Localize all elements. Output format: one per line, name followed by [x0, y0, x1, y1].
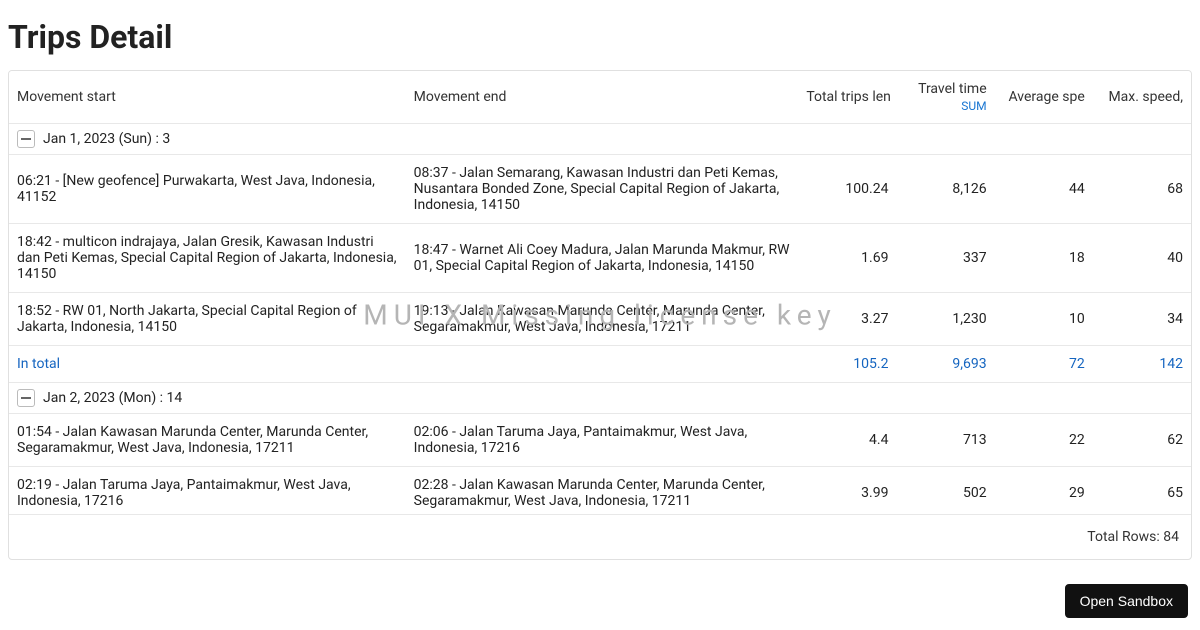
total-rows-label: Total Rows:: [1087, 529, 1159, 545]
table-row[interactable]: 02:19 - Jalan Taruma Jaya, Pantaimakmur,…: [9, 467, 1191, 515]
cell-start: 06:21 - [New geofence] Purwakarta, West …: [9, 155, 406, 224]
cell-end: 08:37 - Jalan Semarang, Kawasan Industri…: [406, 155, 799, 224]
cell-avg: 22: [995, 414, 1093, 467]
cell-len: 4.4: [798, 414, 896, 467]
grid-scroll-area[interactable]: Movement start Movement end Total trips …: [9, 71, 1191, 514]
cell-time: 713: [896, 414, 994, 467]
cell-end: 02:28 - Jalan Kawasan Marunda Center, Ma…: [406, 467, 799, 515]
open-sandbox-button[interactable]: Open Sandbox: [1065, 584, 1188, 618]
total-len: 105.2: [798, 346, 896, 383]
grid-footer: Total Rows: 84: [9, 514, 1191, 559]
cell-max: 34: [1093, 293, 1191, 346]
cell-end: 02:06 - Jalan Taruma Jaya, Pantaimakmur,…: [406, 414, 799, 467]
cell-avg: 29: [995, 467, 1093, 515]
cell-avg: 10: [995, 293, 1093, 346]
table-header-row: Movement start Movement end Total trips …: [9, 71, 1191, 124]
col-max-speed[interactable]: Max. speed,: [1093, 71, 1191, 124]
trips-datagrid: Movement start Movement end Total trips …: [8, 70, 1192, 560]
total-max: 142: [1093, 346, 1191, 383]
group-header-row[interactable]: Jan 2, 2023 (Mon) : 14: [9, 383, 1191, 414]
table-row[interactable]: 18:42 - multicon indrajaya, Jalan Gresik…: [9, 224, 1191, 293]
cell-end: 18:47 - Warnet Ali Coey Madura, Jalan Ma…: [406, 224, 799, 293]
cell-len: 100.24: [798, 155, 896, 224]
cell-avg: 18: [995, 224, 1093, 293]
group-total-row: In total 105.29,69372142: [9, 346, 1191, 383]
group-label: Jan 2, 2023 (Mon) : 14: [43, 390, 182, 406]
cell-max: 68: [1093, 155, 1191, 224]
cell-max: 40: [1093, 224, 1191, 293]
table-row[interactable]: 18:52 - RW 01, North Jakarta, Special Ca…: [9, 293, 1191, 346]
col-total-trips-length[interactable]: Total trips len: [798, 71, 896, 124]
cell-len: 3.27: [798, 293, 896, 346]
col-movement-end[interactable]: Movement end: [406, 71, 799, 124]
cell-len: 1.69: [798, 224, 896, 293]
group-header-row[interactable]: Jan 1, 2023 (Sun) : 3: [9, 124, 1191, 155]
cell-time: 1,230: [896, 293, 994, 346]
table-row[interactable]: 01:54 - Jalan Kawasan Marunda Center, Ma…: [9, 414, 1191, 467]
cell-start: 02:19 - Jalan Taruma Jaya, Pantaimakmur,…: [9, 467, 406, 515]
cell-time: 337: [896, 224, 994, 293]
group-label: Jan 1, 2023 (Sun) : 3: [43, 131, 170, 147]
total-time: 9,693: [896, 346, 994, 383]
cell-max: 62: [1093, 414, 1191, 467]
col-movement-start[interactable]: Movement start: [9, 71, 406, 124]
collapse-icon[interactable]: [17, 130, 35, 148]
cell-start: 01:54 - Jalan Kawasan Marunda Center, Ma…: [9, 414, 406, 467]
cell-start: 18:52 - RW 01, North Jakarta, Special Ca…: [9, 293, 406, 346]
cell-avg: 44: [995, 155, 1093, 224]
cell-max: 65: [1093, 467, 1191, 515]
collapse-icon[interactable]: [17, 389, 35, 407]
table-row[interactable]: 06:21 - [New geofence] Purwakarta, West …: [9, 155, 1191, 224]
total-rows-value: 84: [1163, 529, 1179, 545]
cell-start: 18:42 - multicon indrajaya, Jalan Gresik…: [9, 224, 406, 293]
cell-end: 19:13 - Jalan Kawasan Marunda Center, Ma…: [406, 293, 799, 346]
page-title: Trips Detail: [0, 0, 1200, 70]
col-travel-time[interactable]: Travel time SUM: [896, 71, 994, 124]
aggregation-label: SUM: [904, 99, 986, 113]
cell-len: 3.99: [798, 467, 896, 515]
col-average-speed[interactable]: Average spe: [995, 71, 1093, 124]
cell-time: 502: [896, 467, 994, 515]
total-avg: 72: [995, 346, 1093, 383]
cell-time: 8,126: [896, 155, 994, 224]
total-label: In total: [9, 346, 406, 383]
